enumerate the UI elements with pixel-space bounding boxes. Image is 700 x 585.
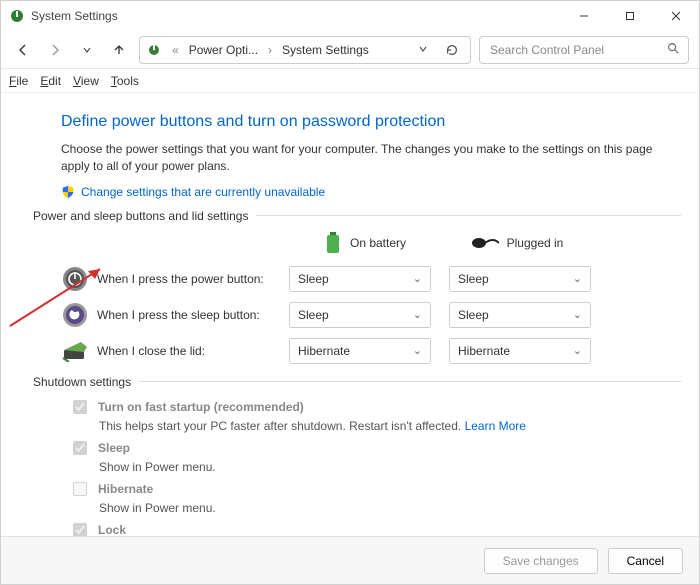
hibernate-checkbox[interactable]: Hibernate <box>69 479 681 499</box>
lid-battery-select[interactable]: Hibernate⌄ <box>289 338 431 364</box>
uac-shield-icon <box>61 185 75 199</box>
row-power-button: When I press the power button: Sleep⌄ Sl… <box>61 265 681 293</box>
maximize-button[interactable] <box>607 1 653 31</box>
power-options-icon <box>146 42 162 58</box>
row-sleep-button: When I press the sleep button: Sleep⌄ Sl… <box>61 301 681 329</box>
window: System Settings « Power Op <box>0 0 700 585</box>
menu-tools[interactable]: Tools <box>111 74 139 88</box>
menubar: File Edit View Tools <box>1 69 699 93</box>
sleep-desc: Show in Power menu. <box>99 460 681 474</box>
section-shutdown-title: Shutdown settings <box>33 375 131 389</box>
power-button-plugged-select[interactable]: Sleep⌄ <box>449 266 591 292</box>
titlebar: System Settings <box>1 1 699 31</box>
chevron-down-icon: ⌄ <box>573 272 582 285</box>
menu-view[interactable]: View <box>73 74 99 88</box>
breadcrumb-system-settings[interactable]: System Settings <box>282 43 369 57</box>
search-box[interactable] <box>479 36 689 64</box>
shutdown-settings: Turn on fast startup (recommended) This … <box>61 397 681 536</box>
back-button[interactable] <box>11 38 35 62</box>
page-heading: Define power buttons and turn on passwor… <box>61 113 681 131</box>
cancel-button[interactable]: Cancel <box>608 548 683 574</box>
plug-icon <box>471 235 499 251</box>
breadcrumb-power-options[interactable]: Power Opti... <box>189 43 258 57</box>
refresh-button[interactable] <box>440 38 464 62</box>
fast-startup-checkbox[interactable]: Turn on fast startup (recommended) <box>69 397 681 417</box>
sleep-button-battery-select[interactable]: Sleep⌄ <box>289 302 431 328</box>
chevron-down-icon: ⌄ <box>573 344 582 357</box>
column-headers: On battery Plugged in <box>61 231 681 255</box>
chevron-down-icon: ⌄ <box>413 308 422 321</box>
power-button-battery-select[interactable]: Sleep⌄ <box>289 266 431 292</box>
save-changes-button[interactable]: Save changes <box>484 548 598 574</box>
page-description: Choose the power settings that you want … <box>61 141 681 175</box>
power-button-icon <box>61 265 89 293</box>
sleep-button-plugged-select[interactable]: Sleep⌄ <box>449 302 591 328</box>
footer: Save changes Cancel <box>1 536 699 584</box>
menu-edit[interactable]: Edit <box>40 74 61 88</box>
address-bar[interactable]: « Power Opti... › System Settings <box>139 36 471 64</box>
forward-button[interactable] <box>43 38 67 62</box>
lock-checkbox[interactable]: Lock <box>69 520 681 536</box>
col-plugged-in: Plugged in <box>507 236 564 250</box>
sleep-button-icon <box>61 301 89 329</box>
chevron-down-icon: ⌄ <box>413 272 422 285</box>
hibernate-desc: Show in Power menu. <box>99 501 681 515</box>
app-icon <box>9 8 25 24</box>
minimize-button[interactable] <box>561 1 607 31</box>
chevron-down-icon: ⌄ <box>413 344 422 357</box>
learn-more-link[interactable]: Learn More <box>465 419 526 433</box>
menu-file[interactable]: File <box>9 74 28 88</box>
navbar: « Power Opti... › System Settings <box>1 31 699 69</box>
lid-icon <box>61 337 89 365</box>
chevron-down-icon: ⌄ <box>573 308 582 321</box>
close-button[interactable] <box>653 1 699 31</box>
address-dropdown[interactable] <box>414 43 432 57</box>
row-sleep-button-label: When I press the sleep button: <box>97 308 289 322</box>
search-input[interactable] <box>488 42 662 58</box>
recent-dropdown[interactable] <box>75 38 99 62</box>
sleep-checkbox[interactable]: Sleep <box>69 438 681 458</box>
content: Define power buttons and turn on passwor… <box>1 93 699 536</box>
row-power-button-label: When I press the power button: <box>97 272 289 286</box>
window-title: System Settings <box>31 9 118 23</box>
lid-plugged-select[interactable]: Hibernate⌄ <box>449 338 591 364</box>
change-settings-link[interactable]: Change settings that are currently unava… <box>81 185 325 199</box>
fast-startup-desc: This helps start your PC faster after sh… <box>99 419 465 433</box>
row-lid-label: When I close the lid: <box>97 344 289 358</box>
row-lid-close: When I close the lid: Hibernate⌄ Hiberna… <box>61 337 681 365</box>
up-button[interactable] <box>107 38 131 62</box>
col-on-battery: On battery <box>350 236 406 250</box>
section-buttons-title: Power and sleep buttons and lid settings <box>33 209 248 223</box>
search-icon <box>666 41 680 58</box>
battery-icon <box>324 231 342 255</box>
